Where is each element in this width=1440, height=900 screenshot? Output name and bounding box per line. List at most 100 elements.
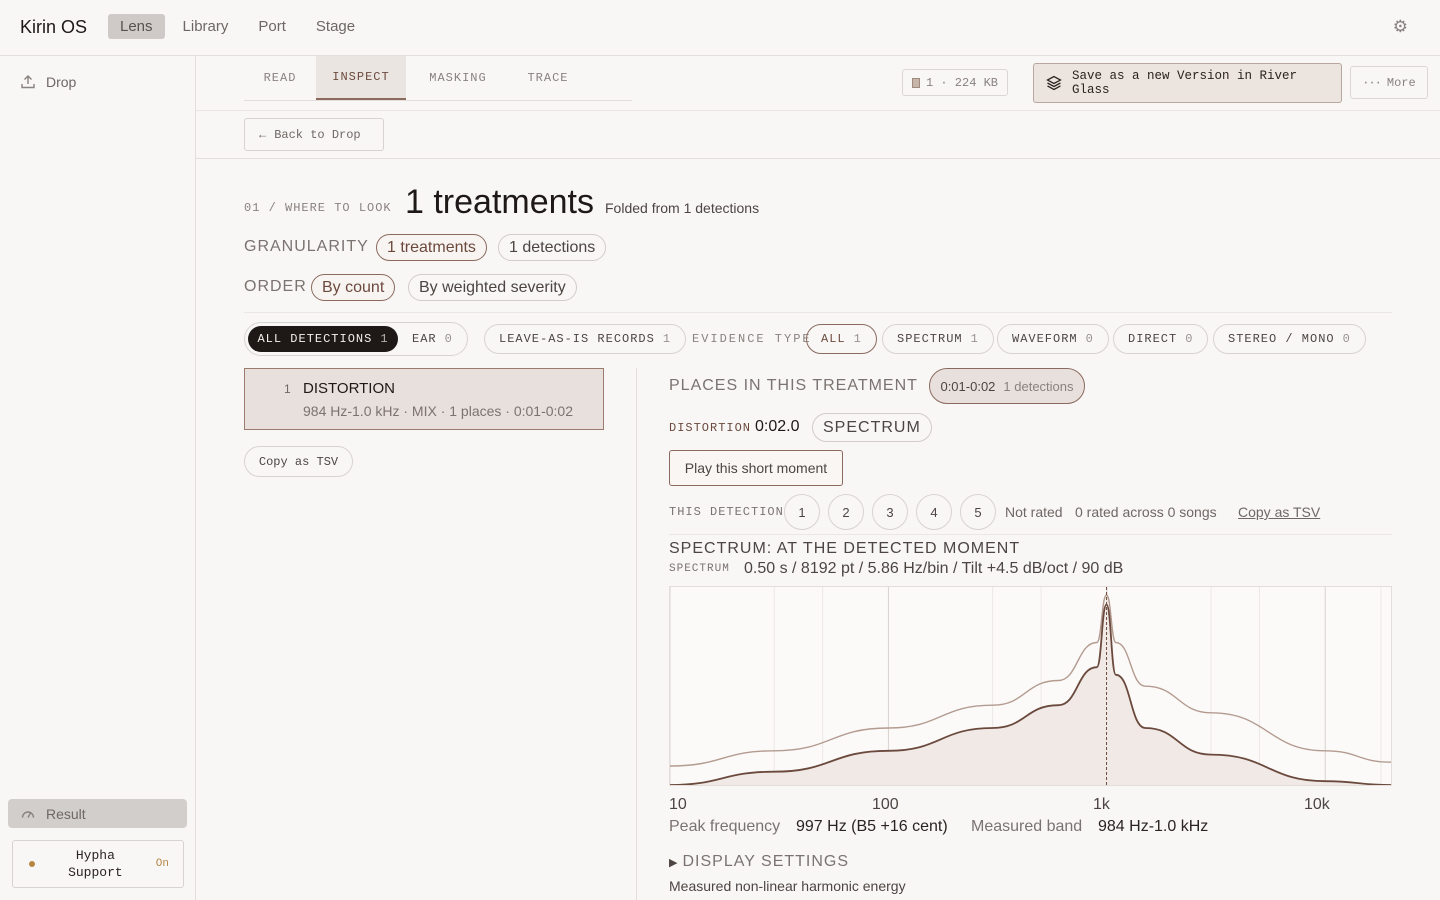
filter-label: DIRECT	[1128, 332, 1178, 346]
place-count: 1 detections	[1003, 378, 1074, 394]
status-dot	[29, 861, 35, 867]
place-range: 0:01-0:02	[940, 378, 996, 394]
detection-source-toggle: ALL DETECTIONS 1 EAR 0	[244, 322, 468, 356]
measured-band-label: Measured band	[971, 818, 1083, 835]
file-size-text: 1 · 224 KB	[926, 75, 999, 90]
display-settings-label: DISPLAY SETTINGS	[682, 853, 850, 870]
gear-icon[interactable]: ⚙	[1393, 17, 1408, 37]
gauge-icon	[21, 810, 35, 818]
detection-meta: 984 Hz-1.0 kHz · MIX · 1 places · 0:01-0…	[303, 403, 573, 419]
places-title: PLACES IN THIS TREATMENT	[669, 377, 918, 394]
back-button[interactable]: ← Back to Drop	[244, 118, 384, 151]
hypha-support-toggle[interactable]: Hypha Support On	[12, 840, 184, 888]
tab-masking[interactable]: MASKING	[406, 56, 510, 100]
tab-inspect[interactable]: INSPECT	[316, 56, 406, 100]
spectrum-plot	[669, 587, 1392, 786]
tab-bar: READ INSPECT MASKING TRACE	[244, 56, 632, 101]
footnote: Measured non-linear harmonic energy	[669, 878, 906, 894]
more-button[interactable]: ··· More	[1350, 66, 1428, 99]
filter-all-detections[interactable]: ALL DETECTIONS 1	[248, 326, 398, 352]
spectrum-title: SPECTRUM: AT THE DETECTED MOMENT	[669, 540, 1021, 557]
filter-count: 0	[1342, 332, 1351, 346]
filter-label: LEAVE-AS-IS RECORDS	[499, 332, 655, 346]
triangle-right-icon: ▶	[669, 856, 679, 869]
file-size-chip: 1 · 224 KB	[902, 69, 1009, 96]
filter-label: WAVEFORM	[1012, 332, 1078, 346]
nav-lens[interactable]: Lens	[108, 14, 165, 39]
spectrum-params: 0.50 s / 8192 pt / 5.86 Hz/bin / Tilt +4…	[744, 560, 1124, 577]
sidebar-drop-label: Drop	[46, 74, 77, 90]
measured-band-value: 984 Hz-1.0 kHz	[1098, 818, 1209, 835]
sidebar-item-result[interactable]: Result	[8, 799, 187, 828]
rating-5-button[interactable]: 5	[960, 494, 996, 530]
evidence-type-label: EVIDENCE TYPE	[692, 332, 812, 346]
x-tick-label: 10	[669, 796, 687, 813]
tab-trace[interactable]: TRACE	[510, 56, 586, 100]
distortion-tag: DISTORTION	[669, 421, 752, 435]
rating-2-button[interactable]: 2	[828, 494, 864, 530]
more-icon: ···	[1362, 75, 1382, 90]
x-tick-label: 100	[872, 796, 899, 813]
order-by-severity[interactable]: By weighted severity	[408, 274, 577, 301]
rating-summary: 0 rated across 0 songs	[1075, 504, 1217, 520]
hypha-status: On	[155, 858, 169, 870]
evidence-waveform[interactable]: WAVEFORM 0	[997, 324, 1109, 354]
order-label: ORDER	[244, 278, 307, 295]
copy-tsv-button[interactable]: Copy as TSV	[244, 446, 353, 477]
display-settings-toggle[interactable]: ▶ DISPLAY SETTINGS	[669, 853, 849, 871]
rating-3-button[interactable]: 3	[872, 494, 908, 530]
x-tick-label: 1k	[1093, 796, 1110, 813]
evidence-all[interactable]: ALL 1	[806, 324, 877, 354]
divider	[196, 110, 1440, 111]
copy-tsv-link[interactable]: Copy as TSV	[1238, 504, 1320, 520]
divider	[669, 534, 1392, 535]
filter-count: 0	[1185, 332, 1194, 346]
order-by-count[interactable]: By count	[311, 274, 396, 301]
granularity-detections[interactable]: 1 detections	[498, 234, 607, 261]
evidence-spectrum-pill[interactable]: SPECTRUM	[812, 413, 932, 442]
page-title: 1 treatments	[405, 183, 594, 221]
spectrum-tag: SPECTRUM	[669, 563, 730, 575]
rating-1-button[interactable]: 1	[784, 494, 820, 530]
distortion-time: 0:02.0	[755, 418, 800, 435]
filter-count: 1	[380, 332, 389, 346]
filter-label: ALL DETECTIONS	[257, 332, 373, 346]
nav-library[interactable]: Library	[171, 14, 241, 39]
sidebar-item-drop[interactable]: Drop	[20, 74, 76, 90]
filter-ear[interactable]: EAR 0	[412, 326, 453, 352]
sidebar-result-label: Result	[46, 805, 86, 822]
top-bar: Kirin OS Lens Library Port Stage ⚙	[0, 0, 1440, 56]
evidence-stereo-mono[interactable]: STEREO / MONO 0	[1213, 324, 1366, 354]
divider	[636, 368, 637, 900]
detection-number: 1	[284, 382, 291, 396]
peak-frequency-label: Peak frequency	[669, 818, 781, 835]
save-version-label: Save as a new Version in River Glass	[1071, 69, 1297, 97]
tab-read[interactable]: READ	[244, 56, 316, 100]
detection-list-item[interactable]: 1 DISTORTION 984 Hz-1.0 kHz · MIX · 1 pl…	[244, 368, 604, 430]
filter-count: 1	[970, 332, 979, 346]
hypha-label: Hypha Support	[68, 848, 123, 880]
filter-label: ALL	[821, 332, 846, 346]
play-moment-button[interactable]: Play this short moment	[669, 450, 843, 486]
evidence-direct[interactable]: DIRECT 0	[1113, 324, 1209, 354]
x-tick-label: 10k	[1304, 796, 1330, 813]
filter-count: 0	[444, 332, 453, 346]
place-chip[interactable]: 0:01-0:02 1 detections	[929, 368, 1085, 404]
filter-label: EAR	[412, 332, 437, 346]
peak-frequency-value: 997 Hz (B5 +16 cent)	[796, 818, 948, 835]
nav-port[interactable]: Port	[246, 14, 298, 39]
filter-count: 1	[853, 332, 862, 346]
rating-4-button[interactable]: 4	[916, 494, 952, 530]
divider	[244, 312, 1392, 313]
file-icon	[912, 77, 920, 88]
filter-leave-as-is[interactable]: LEAVE-AS-IS RECORDS 1	[484, 324, 687, 354]
layers-icon	[1046, 75, 1062, 91]
granularity-treatments[interactable]: 1 treatments	[376, 234, 487, 261]
filter-label: SPECTRUM	[897, 332, 963, 346]
section-kicker: 01 / WHERE TO LOOK	[244, 201, 392, 215]
save-version-button[interactable]: Save as a new Version in River Glass	[1033, 63, 1342, 103]
nav-stage[interactable]: Stage	[304, 14, 367, 39]
page-subtitle: Folded from 1 detections	[605, 200, 760, 216]
evidence-spectrum[interactable]: SPECTRUM 1	[882, 324, 994, 354]
sidebar: Drop Result Hypha Support On	[0, 56, 196, 900]
